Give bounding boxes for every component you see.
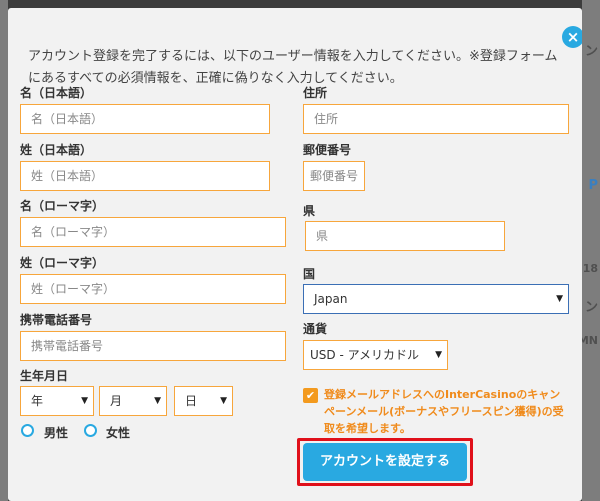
chevron-down-icon: ▼ [556, 294, 563, 304]
birth-month-value: 月 [110, 394, 123, 408]
mobile-label: 携帯電話番号 [20, 313, 93, 327]
birth-day-value: 日 [185, 394, 198, 408]
first-name-roman-label: 名（ローマ字） [20, 199, 105, 213]
gender-female-label: 女性 [106, 426, 131, 440]
last-name-roman-label: 姓（ローマ字） [20, 256, 105, 270]
newsletter-checkbox[interactable]: ✔ [303, 388, 318, 403]
country-label: 国 [303, 267, 316, 281]
chevron-down-icon: ▼ [81, 396, 88, 406]
country-select[interactable]: Japan ▼ [303, 284, 569, 314]
create-account-button[interactable]: アカウントを設定する [303, 443, 467, 481]
chevron-down-icon: ▼ [154, 396, 161, 406]
currency-value: USD - アメリカドル [310, 348, 420, 362]
mobile-input[interactable]: 携帯電話番号 [20, 331, 286, 361]
chevron-down-icon: ▼ [220, 396, 227, 406]
birthdate-label: 生年月日 [20, 369, 69, 383]
last-name-ja-label: 姓（日本語） [20, 143, 93, 157]
intro-text: アカウント登録を完了するには、以下のユーザー情報を入力してください。※登録フォー… [28, 49, 558, 86]
gender-female-radio[interactable] [84, 424, 97, 437]
last-name-ja-input[interactable]: 姓（日本語） [20, 161, 270, 191]
bg-fragment: P [588, 178, 598, 193]
birth-year-value: 年 [31, 394, 44, 408]
gender-male-radio[interactable] [21, 424, 34, 437]
last-name-roman-input[interactable]: 姓（ローマ字） [20, 274, 286, 304]
birth-day-select[interactable]: 日 ▼ [174, 386, 233, 416]
address-label: 住所 [303, 86, 328, 100]
gender-male-label: 男性 [44, 426, 69, 440]
currency-select[interactable]: USD - アメリカドル ▼ [303, 340, 448, 370]
postal-code-input[interactable]: 郵便番号 [303, 161, 365, 191]
background-page-right: ン P 18 ン MN [578, 0, 600, 501]
bg-fragment: ン [584, 44, 598, 59]
bg-fragment: ン [584, 300, 598, 315]
prefecture-label: 県 [303, 204, 316, 218]
birth-year-select[interactable]: 年 ▼ [20, 386, 94, 416]
country-value: Japan [314, 292, 348, 306]
first-name-ja-label: 名（日本語） [20, 86, 93, 100]
first-name-ja-input[interactable]: 名（日本語） [20, 104, 270, 134]
first-name-roman-input[interactable]: 名（ローマ字） [20, 217, 286, 247]
address-input[interactable]: 住所 [303, 104, 569, 134]
checkmark-icon: ✔ [305, 389, 316, 402]
chevron-down-icon: ▼ [435, 350, 442, 360]
newsletter-label: 登録メールアドレスへのInterCasinoのキャンペーンメール(ボーナスやフリ… [324, 388, 564, 435]
birth-month-select[interactable]: 月 ▼ [99, 386, 167, 416]
currency-label: 通貨 [303, 322, 328, 336]
close-icon[interactable]: × [562, 26, 582, 48]
background-page-left [0, 0, 8, 501]
prefecture-input[interactable]: 県 [305, 221, 505, 251]
bg-fragment: 18 [582, 262, 598, 275]
postal-code-label: 郵便番号 [303, 143, 352, 157]
